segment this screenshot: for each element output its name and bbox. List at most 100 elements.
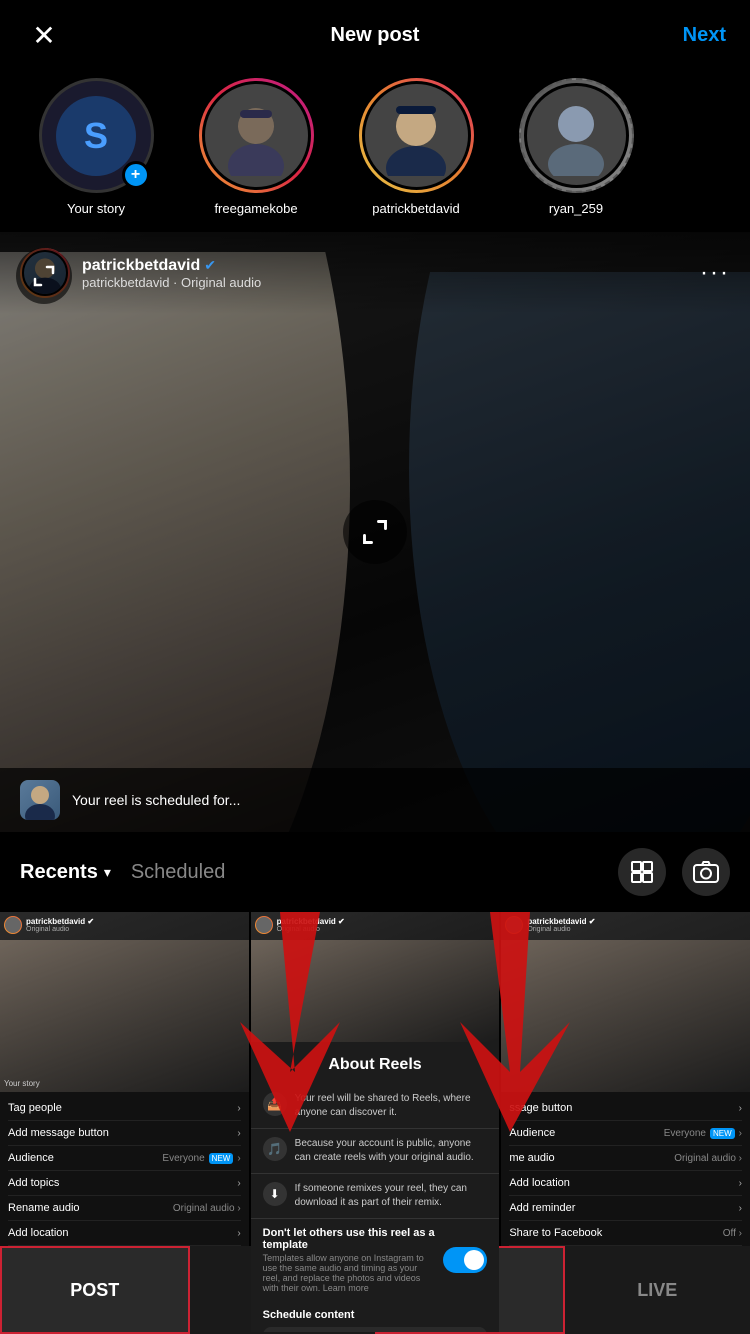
- right-menu-message: ssage button ›: [509, 1096, 742, 1121]
- freegamekobe-avatar-wrap: [199, 78, 314, 193]
- right-panel-username: patrickbetdavid ✔: [527, 917, 595, 926]
- center-panel-avatar-inner: [256, 917, 272, 933]
- notification-thumbnail: [20, 780, 60, 820]
- left-menu-tag-people: Tag people ›: [8, 1096, 241, 1121]
- right-panel-user: patrickbetdavid ✔ Original audio: [527, 917, 595, 933]
- story-logo: S: [56, 96, 136, 176]
- left-panel-notif: Your story: [4, 1079, 40, 1088]
- multiple-select-button[interactable]: [618, 848, 666, 896]
- left-menu-location: Add location ›: [8, 1221, 241, 1246]
- story-item-your-story[interactable]: S + Your story: [16, 78, 176, 216]
- post-username: patrickbetdavid: [82, 257, 200, 275]
- story-item-patrickbetdavid[interactable]: patrickbetdavid: [336, 78, 496, 216]
- recents-title[interactable]: Recents ▾: [20, 861, 111, 884]
- stories-row: S + Your story freegamekobe: [0, 70, 750, 232]
- right-panel-avatar-inner: [506, 917, 522, 933]
- ryan259-avatar: [519, 78, 634, 193]
- ryan259-avatar-wrap: [519, 78, 634, 193]
- about-reels-item-2: 🎵 Because your account is public, anyone…: [251, 1129, 500, 1174]
- expand-center-svg: [361, 518, 389, 546]
- left-panel-subtitle: Original audio: [26, 926, 94, 933]
- close-button[interactable]: ✕: [24, 15, 64, 55]
- center-panel-avatar: [255, 916, 273, 934]
- recents-chevron-icon: ▾: [104, 864, 111, 881]
- recents-bar: Recents ▾ Scheduled: [0, 832, 750, 912]
- reels-icon-2: 🎵: [263, 1137, 287, 1161]
- post-notification-bar: Your reel is scheduled for...: [0, 768, 750, 832]
- recents-left: Recents ▾ Scheduled: [20, 861, 225, 884]
- recents-action-icons: [618, 848, 730, 896]
- add-story-badge: +: [122, 161, 150, 189]
- tab-post[interactable]: POST: [0, 1246, 190, 1334]
- patrickbetdavid-avatar-svg: [376, 96, 456, 176]
- camera-button[interactable]: [682, 848, 730, 896]
- post-user-text: patrickbetdavid ✔ patrickbetdavid · Orig…: [82, 257, 261, 290]
- freegamekobe-avatar-inner: [202, 81, 311, 190]
- center-panel-subtitle: Original audio: [277, 926, 345, 933]
- patrickbetdavid-avatar-wrap: [359, 78, 474, 193]
- more-options-button[interactable]: ···: [700, 259, 730, 287]
- left-menu-message-button: Add message button ›: [8, 1121, 241, 1146]
- right-menu-audience: Audience Everyone NEW ›: [509, 1121, 742, 1146]
- about-reels-title: About Reels: [251, 1042, 500, 1084]
- left-panel-bg: [0, 940, 249, 1092]
- reels-icon-1: 📤: [263, 1092, 287, 1116]
- page-title: New post: [331, 24, 420, 47]
- expand-icon-topleft[interactable]: [16, 248, 72, 304]
- center-panel-header: patrickbetdavid ✔ Original audio: [255, 916, 496, 934]
- tab-live[interactable]: LIVE: [565, 1246, 750, 1334]
- expand-icon-center[interactable]: [343, 500, 407, 564]
- story-item-ryan259[interactable]: ryan_259: [496, 78, 656, 216]
- freegamekobe-avatar: [199, 78, 314, 193]
- right-menu-audio: me audio Original audio ›: [509, 1146, 742, 1171]
- schedule-label: Schedule content: [263, 1309, 488, 1321]
- right-menu-location: Add location ›: [509, 1171, 742, 1196]
- right-menu-facebook: Share to Facebook Off ›: [509, 1221, 742, 1246]
- left-panel-avatar-inner: [5, 917, 21, 933]
- notification-text: Your reel is scheduled for...: [72, 792, 730, 808]
- template-toggle-sub: Templates allow anyone on Instagram to u…: [263, 1253, 436, 1293]
- template-toggle-switch[interactable]: [443, 1247, 487, 1273]
- post-user-subtitle: patrickbetdavid · Original audio: [82, 275, 261, 290]
- left-menu-topics: Add topics ›: [8, 1171, 241, 1196]
- center-panel-video: patrickbetdavid ✔ Original audio: [251, 912, 500, 1042]
- post-video-background: patrickbetdavid ✔ patrickbetdavid · Orig…: [0, 232, 750, 832]
- verified-badge: ✔: [204, 257, 216, 274]
- story-label-your-story: Your story: [67, 201, 125, 216]
- story-label-ryan259: ryan_259: [549, 201, 603, 216]
- ryan259-avatar-svg: [536, 96, 616, 176]
- your-story-avatar-wrap: S +: [39, 78, 154, 193]
- header: ✕ New post Next: [0, 0, 750, 70]
- expand-topleft-svg: [32, 264, 56, 288]
- right-panel-header: patrickbetdavid ✔ Original audio: [505, 916, 746, 934]
- freegamekobe-avatar-svg: [216, 96, 296, 176]
- story-item-freegamekobe[interactable]: freegamekobe: [176, 78, 336, 216]
- left-panel-avatar: [4, 916, 22, 934]
- story-label-freegamekobe: freegamekobe: [214, 201, 297, 216]
- left-panel-header: patrickbetdavid ✔ Original audio: [4, 916, 245, 934]
- right-panel-bg: [501, 940, 750, 1092]
- center-panel-bg: [251, 940, 500, 1042]
- ryan259-avatar-inner: [524, 83, 629, 188]
- reels-icon-3: ⬇: [263, 1182, 287, 1206]
- template-toggle-row: Don't let others use this reel as a temp…: [251, 1219, 500, 1301]
- right-menu-reminder: Add reminder ›: [509, 1196, 742, 1221]
- left-menu-rename-audio: Rename audio Original audio ›: [8, 1196, 241, 1221]
- scheduled-tab[interactable]: Scheduled: [131, 861, 226, 884]
- post-header-overlay: patrickbetdavid ✔ patrickbetdavid · Orig…: [0, 232, 750, 314]
- schedule-button-area[interactable]: Schedule Choose the date and time to sha…: [263, 1327, 488, 1332]
- left-panel-user: patrickbetdavid ✔ Original audio: [26, 917, 94, 933]
- toggle-knob: [464, 1250, 484, 1270]
- multiple-select-icon: [630, 860, 654, 884]
- about-reels-item-3: ⬇ If someone remixes your reel, they can…: [251, 1174, 500, 1219]
- about-reels-text-3: If someone remixes your reel, they can d…: [295, 1182, 488, 1210]
- patrickbetdavid-avatar: [359, 78, 474, 193]
- patrickbetdavid-avatar-inner: [362, 81, 471, 190]
- tab-live-label: LIVE: [637, 1280, 677, 1301]
- story-label-patrickbetdavid: patrickbetdavid: [372, 201, 459, 216]
- left-menu-audience: Audience Everyone NEW ›: [8, 1146, 241, 1171]
- about-reels-dialog: About Reels 📤 Your reel will be shared t…: [251, 1042, 500, 1332]
- next-button[interactable]: Next: [683, 24, 726, 47]
- about-reels-text-2: Because your account is public, anyone c…: [295, 1137, 488, 1165]
- about-reels-item-1: 📤 Your reel will be shared to Reels, whe…: [251, 1084, 500, 1129]
